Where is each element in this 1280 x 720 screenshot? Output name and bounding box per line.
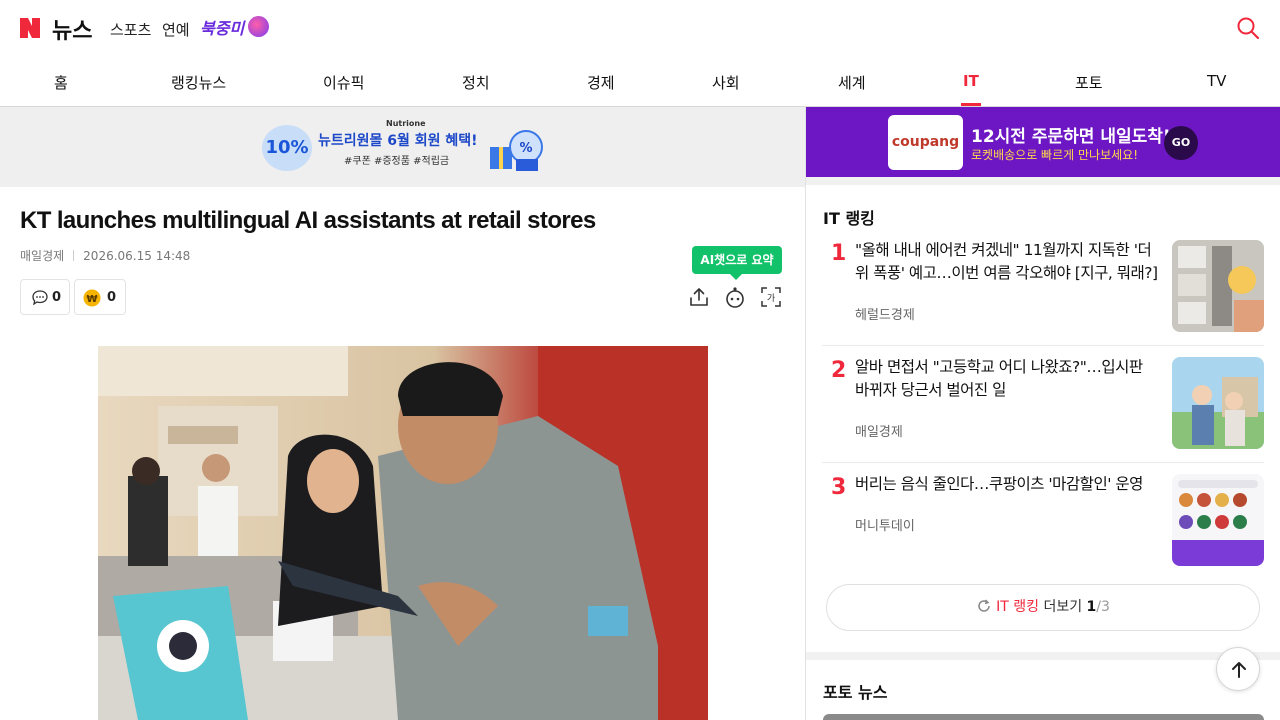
reaction-icon: ₩ — [83, 289, 101, 307]
photo-news-thumbnail[interactable] — [823, 714, 1264, 720]
it-ranking-title: IT 랭킹 — [823, 209, 875, 228]
comment-icon — [32, 290, 48, 305]
comment-button[interactable]: 0 — [20, 279, 70, 315]
reaction-count: 0 — [107, 290, 117, 305]
ranking-item-source: 헤럴드경제 — [855, 308, 915, 323]
nav-economy[interactable]: 경제 — [587, 72, 615, 93]
refresh-icon — [978, 599, 990, 612]
news-logo-text[interactable]: 뉴스 — [52, 13, 92, 45]
svg-text:가: 가 — [767, 293, 775, 304]
top-bar: 뉴스 스포츠 연예 북중미 — [0, 0, 1280, 58]
it-ranking-more-button[interactable]: IT 랭킹 더보기 1/3 — [826, 584, 1260, 631]
more-highlight: IT 랭킹 — [996, 599, 1039, 615]
naver-n-logo-icon[interactable] — [20, 18, 40, 38]
ranking-item-3[interactable]: 3 버리는 음식 줄인다…쿠팡이츠 '마감할인' 운영 머니투데이 — [822, 463, 1264, 580]
coupang-go-button[interactable]: GO — [1164, 126, 1198, 160]
share-icon[interactable] — [688, 286, 710, 308]
more-total: /3 — [1096, 599, 1110, 615]
text-size-icon[interactable]: 가 — [760, 286, 782, 308]
ranking-item-source: 매일경제 — [855, 425, 903, 440]
nav-it[interactable]: IT — [963, 72, 979, 90]
photo-news-title: 포토 뉴스 — [823, 683, 888, 702]
gift-box-icon: % — [490, 130, 543, 171]
reaction-button[interactable]: ₩ 0 — [74, 279, 126, 315]
nav-ranking[interactable]: 랭킹뉴스 — [171, 72, 226, 93]
article-datetime: 2026.06.15 14:48 — [83, 249, 191, 263]
article-source[interactable]: 매일경제 — [20, 249, 64, 263]
ad-brand: Nutrione — [386, 119, 426, 128]
ranking-item-2[interactable]: 2 알바 면접서 "고등학교 어디 나왔죠?"…입시판 바뀌자 당근서 벌어진 … — [822, 346, 1264, 463]
nav-active-indicator — [961, 103, 981, 106]
comment-count: 0 — [52, 290, 62, 305]
rank-number: 2 — [831, 358, 847, 383]
section-divider — [806, 177, 1280, 185]
ad-title: 뉴트리원몰 6월 회원 혜택! — [318, 133, 478, 149]
scroll-to-top-button[interactable] — [1216, 647, 1260, 691]
ranking-item-title[interactable]: 알바 면접서 "고등학교 어디 나왔죠?"…입시판 바뀌자 당근서 벌어진 일 — [855, 356, 1160, 402]
nav-photo[interactable]: 포토 — [1075, 72, 1103, 93]
worldcup-promo-link[interactable]: 북중미 — [200, 15, 244, 39]
nav-tv[interactable]: TV — [1207, 72, 1226, 90]
ai-chat-bot-icon[interactable] — [724, 286, 746, 308]
ranking-item-title[interactable]: "올해 내내 에어컨 켜겠네" 11월까지 지독한 '더위 폭풍' 예고…이번 … — [855, 239, 1160, 285]
rank-number: 3 — [831, 475, 847, 500]
svg-text:₩: ₩ — [86, 294, 97, 305]
sidebar: coupang 12시전 주문하면 내일도착! 로켓배송으로 빠르게 만나보세요… — [806, 107, 1280, 720]
nav-home[interactable]: 홈 — [54, 72, 68, 93]
ranking-thumbnail[interactable] — [1172, 240, 1264, 332]
coupang-logo: coupang — [888, 115, 963, 170]
nav-politics[interactable]: 정치 — [462, 72, 490, 93]
more-label: 더보기 — [1043, 599, 1083, 615]
ranking-thumbnail[interactable] — [1172, 357, 1264, 449]
ranking-item-1[interactable]: 1 "올해 내내 에어컨 켜겠네" 11월까지 지독한 '더위 폭풍' 예고…이… — [822, 229, 1264, 346]
article-headline: KT launches multilingual AI assistants a… — [20, 207, 596, 234]
nav-issue-pick[interactable]: 이슈픽 — [323, 72, 364, 93]
banner-ad-top[interactable]: Nutrione 10% 뉴트리원몰 6월 회원 혜택! #쿠폰 #증정품 #적… — [0, 107, 805, 187]
meta-divider — [73, 250, 75, 261]
category-nav: 홈 랭킹뉴스 이슈픽 정치 경제 사회 세계 IT 포토 TV — [0, 58, 1280, 107]
ad-subtitle: #쿠폰 #증정품 #적립금 — [344, 156, 450, 167]
search-icon[interactable] — [1236, 16, 1260, 40]
soccer-ball-icon — [248, 16, 269, 37]
article-photo — [98, 346, 708, 720]
rank-number: 1 — [831, 241, 847, 266]
article-column: Nutrione 10% 뉴트리원몰 6월 회원 혜택! #쿠폰 #증정품 #적… — [0, 107, 806, 720]
entertainment-link[interactable]: 연예 — [162, 19, 190, 40]
article-meta: 매일경제 2026.06.15 14:48 — [20, 247, 190, 264]
svg-text:%: % — [519, 141, 532, 156]
sports-link[interactable]: 스포츠 — [110, 19, 151, 40]
ranking-item-source: 머니투데이 — [855, 519, 915, 534]
section-divider — [806, 652, 1280, 660]
coupang-banner-ad[interactable]: coupang 12시전 주문하면 내일도착! 로켓배송으로 빠르게 만나보세요… — [806, 107, 1280, 177]
nav-society[interactable]: 사회 — [712, 72, 740, 93]
ai-summary-tooltip[interactable]: AI챗으로 요약 — [692, 246, 782, 280]
ranking-thumbnail[interactable] — [1172, 474, 1264, 566]
ranking-item-title[interactable]: 버리는 음식 줄인다…쿠팡이츠 '마감할인' 운영 — [855, 473, 1160, 496]
coupang-ad-title: 12시전 주문하면 내일도착! — [971, 127, 1171, 147]
coupang-logo-text: coupang — [891, 134, 960, 150]
nav-world[interactable]: 세계 — [838, 72, 866, 93]
ad-discount-badge: 10% — [262, 125, 312, 171]
more-page: 1 — [1086, 599, 1097, 615]
coupang-ad-subtitle: 로켓배송으로 빠르게 만나보세요! — [971, 148, 1139, 162]
banner-ad-content: Nutrione 10% 뉴트리원몰 6월 회원 혜택! #쿠폰 #증정품 #적… — [258, 119, 550, 177]
arrow-up-icon — [1232, 662, 1246, 678]
